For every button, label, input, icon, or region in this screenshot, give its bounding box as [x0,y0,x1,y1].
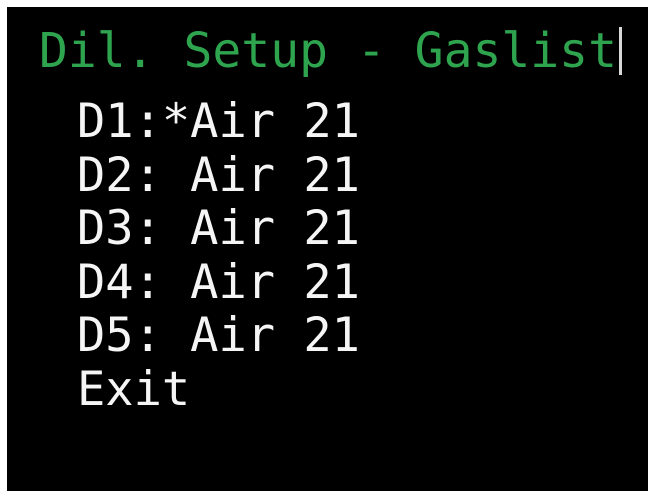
menu-item-d2[interactable]: D2: Air 21 [77,148,360,203]
menu-item-d4[interactable]: D4: Air 21 [77,256,360,310]
menu-item-d5[interactable]: D5: Air 21 [77,309,360,363]
gas-menu: D1:*Air 21 D2: Air 21 D3: Air 21 D4: Air… [77,95,360,417]
menu-item-exit[interactable]: Exit [77,363,360,417]
text-cursor [618,27,622,75]
screen-title: Dil. Setup - Gaslist [39,23,617,79]
menu-item-d1[interactable]: D1:*Air 21 [77,95,360,149]
menu-item-d3[interactable]: D3: Air 21 [77,202,360,256]
title-row: Dil. Setup - Gaslist [39,21,622,81]
device-screen: Dil. Setup - Gaslist D1:*Air 21 D2: Air … [7,7,648,491]
